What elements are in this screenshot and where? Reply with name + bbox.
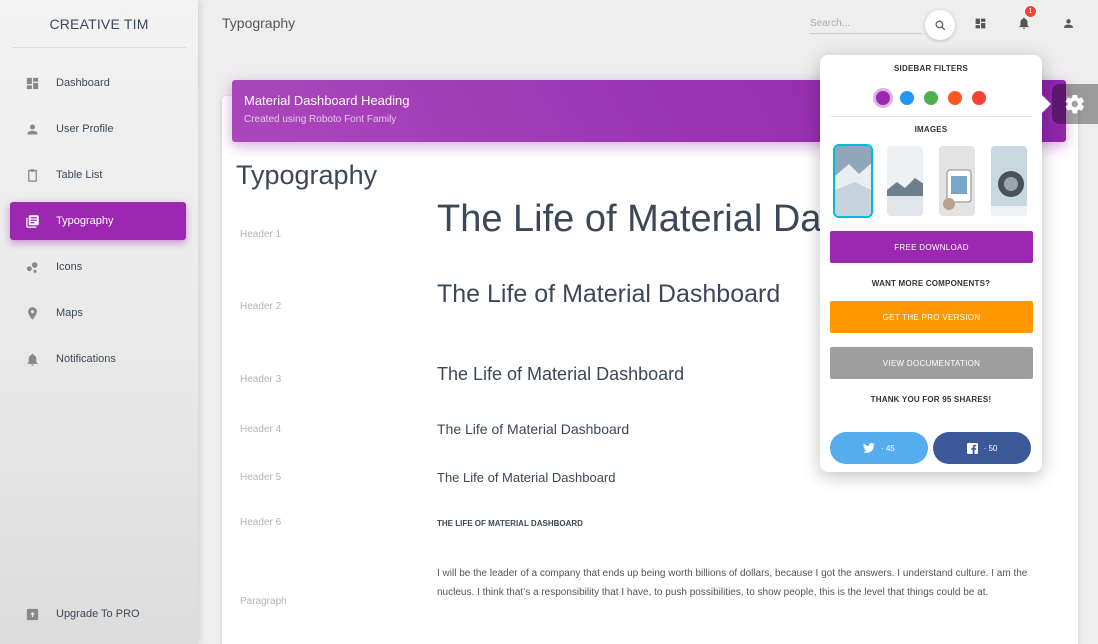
background-image-thumb[interactable] (937, 144, 977, 218)
twitter-share-count: · 45 (881, 443, 895, 453)
person-icon (1063, 18, 1073, 28)
topbar: Typography 1 (198, 0, 1098, 48)
sidebar-filters-heading: SIDEBAR FILTERS (894, 64, 968, 73)
sidebar-item-label: Dashboard (56, 77, 110, 89)
filter-color-green[interactable] (924, 91, 938, 105)
sidebar-item-notifications[interactable]: Notifications (10, 340, 186, 378)
view-documentation-button[interactable]: VIEW DOCUMENTATION (830, 347, 1033, 379)
dashboard-icon (975, 18, 985, 28)
row-label-header-1: Header 1 (240, 229, 282, 240)
notification-badge: 1 (1024, 5, 1037, 18)
bell-icon (1019, 17, 1029, 29)
facebook-share-count: · 50 (983, 443, 998, 453)
sidebar-item-label: Icons (56, 261, 83, 273)
filter-color-red[interactable] (972, 91, 986, 105)
sample-header-3: The Life of Material Dashboard (437, 364, 685, 384)
unarchive-icon (24, 606, 40, 622)
search-button[interactable] (925, 10, 955, 40)
gear-icon (1065, 94, 1084, 114)
sample-header-5: The Life of Material Dashboard (437, 470, 616, 485)
background-image-thumb[interactable] (989, 144, 1029, 218)
brand-logo-text[interactable]: CREATIVE TIM (12, 0, 186, 48)
filter-color-picker (820, 91, 1042, 105)
filter-color-purple[interactable] (876, 91, 890, 105)
dashboard-icon (24, 75, 40, 91)
sidebar-item-label: Notifications (56, 353, 116, 365)
background-image-picker (833, 144, 1029, 218)
notifications-button[interactable]: 1 (1015, 5, 1037, 32)
sidebar-item-label: Maps (56, 307, 83, 319)
sidebar-item-upgrade-to-pro[interactable]: Upgrade To PRO (10, 595, 186, 633)
background-image-thumb[interactable] (833, 144, 873, 218)
filter-color-blue[interactable] (900, 91, 914, 105)
row-label-header-6: Header 6 (240, 517, 282, 528)
sidebar-item-label: User Profile (56, 123, 114, 135)
sidebar-item-label: Upgrade To PRO (56, 608, 140, 620)
sidebar-item-typography[interactable]: Typography (10, 202, 186, 240)
images-heading: IMAGES (914, 125, 948, 134)
row-label-header-2: Header 2 (240, 301, 282, 312)
page-title: Typography (222, 15, 296, 31)
bubble-chart-icon (24, 259, 40, 275)
sidebar-item-label: Table List (56, 169, 103, 181)
sidebar-bottom: Upgrade To PRO (10, 595, 186, 641)
sample-header-6: THE LIFE OF MATERIAL DASHBOARD (437, 519, 583, 528)
row-label-header-3: Header 3 (240, 374, 282, 385)
want-more-components-text: WANT MORE COMPONENTS? (871, 279, 991, 288)
sidebar-item-dashboard[interactable]: Dashboard (10, 64, 186, 102)
user-account-button[interactable] (1059, 14, 1077, 32)
sidebar: CREATIVE TIM Dashboard User Profile Tabl… (0, 0, 198, 644)
divider (830, 116, 1032, 117)
bell-icon (24, 351, 40, 367)
fixed-plugin-dropdown: SIDEBAR FILTERS IMAGES FREE DOWNLOAD WAN… (820, 55, 1051, 472)
row-label-paragraph: Paragraph (240, 596, 287, 607)
person-icon (24, 121, 40, 137)
twitter-share-button[interactable]: · 45 (830, 432, 928, 464)
row-label-header-4: Header 4 (240, 424, 282, 435)
sample-paragraph: I will be the leader of a company that e… (437, 568, 1028, 598)
sidebar-item-icons[interactable]: Icons (10, 248, 186, 286)
free-download-button[interactable]: FREE DOWNLOAD (830, 231, 1033, 263)
dashboard-nav-button[interactable] (971, 14, 989, 32)
sample-header-4: The Life of Material Dashboard (437, 421, 630, 437)
search-icon (934, 19, 945, 30)
background-image-thumb[interactable] (885, 144, 925, 218)
row-label-header-5: Header 5 (240, 472, 282, 483)
sidebar-nav: Dashboard User Profile Table List Typogr… (10, 64, 186, 386)
library-books-icon (24, 213, 40, 229)
shares-thank-you-text: THANK YOU FOR 95 SHARES! (870, 395, 992, 404)
location-pin-icon (24, 305, 40, 321)
facebook-share-button[interactable]: · 50 (933, 432, 1031, 464)
sidebar-item-table-list[interactable]: Table List (10, 156, 186, 194)
sidebar-item-label: Typography (56, 215, 114, 227)
fixed-plugin-toggle[interactable] (1052, 84, 1098, 124)
facebook-icon (966, 442, 978, 454)
get-pro-version-button[interactable]: GET THE PRO VERSION (830, 301, 1033, 333)
typography-title: Typography (236, 160, 378, 190)
search-input[interactable] (810, 14, 922, 34)
filter-color-orange[interactable] (948, 91, 962, 105)
clipboard-icon (24, 167, 40, 183)
sample-header-2: The Life of Material Dashboard (437, 280, 781, 308)
twitter-icon (863, 443, 876, 453)
sidebar-item-user-profile[interactable]: User Profile (10, 110, 186, 148)
sidebar-item-maps[interactable]: Maps (10, 294, 186, 332)
